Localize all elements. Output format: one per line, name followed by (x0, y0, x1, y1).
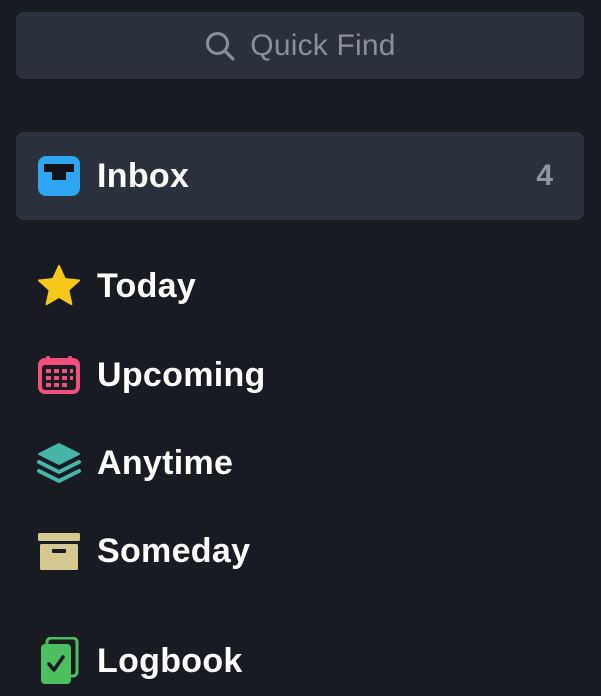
nav-item-logbook[interactable]: Logbook (16, 617, 584, 696)
nav-item-inbox[interactable]: Inbox 4 (16, 132, 584, 220)
nav-item-today[interactable]: Today (16, 242, 584, 330)
archive-box-icon (36, 528, 82, 574)
layers-icon (36, 440, 82, 486)
nav-item-someday[interactable]: Someday (16, 507, 584, 595)
nav-item-label: Today (97, 266, 197, 305)
search-icon (206, 31, 235, 61)
nav-item-label: Inbox (97, 156, 190, 195)
nav-item-label: Anytime (97, 443, 234, 482)
nav-item-label: Logbook (97, 641, 243, 680)
calendar-icon (36, 352, 82, 398)
inbox-count-badge: 4 (536, 159, 553, 192)
quick-find-content: Quick Find (204, 29, 395, 63)
star-icon (36, 263, 82, 309)
nav-item-upcoming[interactable]: Upcoming (16, 331, 584, 419)
nav-item-label: Upcoming (97, 355, 266, 394)
nav-item-label: Someday (97, 531, 251, 570)
inbox-icon (36, 153, 82, 199)
logbook-icon (36, 637, 82, 684)
sidebar: Quick Find Inbox 4 Today Upcoming Anytim… (0, 0, 601, 696)
nav-item-anytime[interactable]: Anytime (16, 419, 584, 507)
quick-find-search[interactable]: Quick Find (16, 12, 584, 79)
quick-find-placeholder: Quick Find (250, 28, 396, 62)
